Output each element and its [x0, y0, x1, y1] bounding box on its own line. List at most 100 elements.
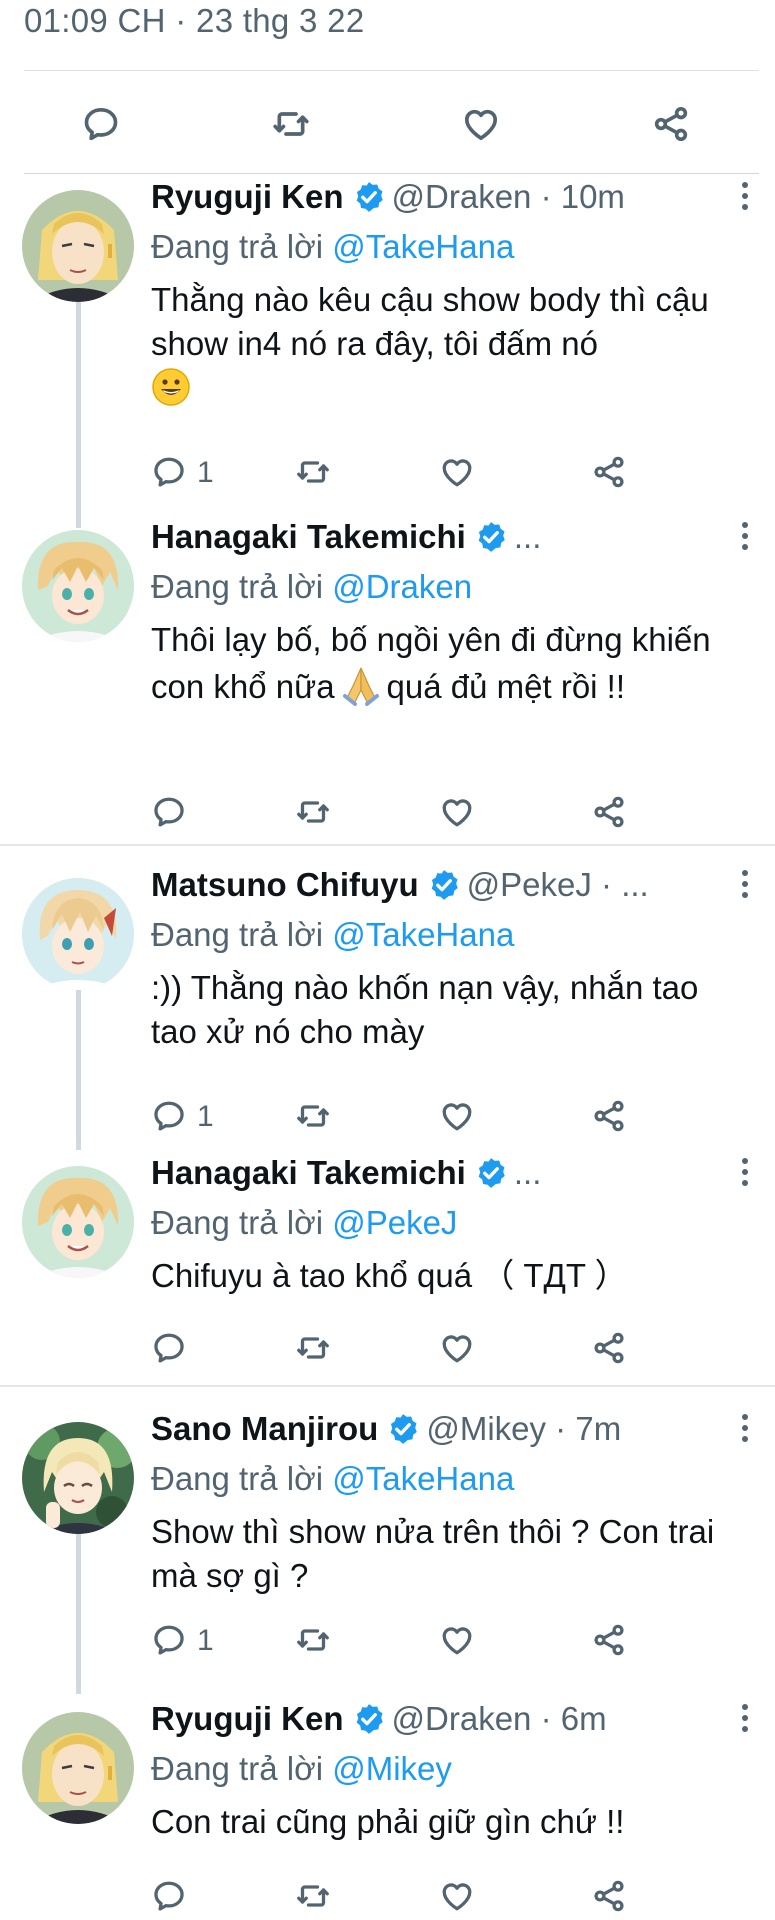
avatar[interactable]	[22, 1422, 134, 1534]
tweet-action-bar	[151, 794, 631, 834]
replying-to: Đang trả lời @PekeJ	[151, 1204, 458, 1241]
retweet-icon	[271, 104, 311, 144]
share-button[interactable]	[591, 454, 627, 494]
mention-link[interactable]: @PekeJ	[332, 1204, 457, 1241]
retweet-button[interactable]	[295, 1622, 331, 1662]
replying-to: Đang trả lời @TakeHana	[151, 1460, 515, 1497]
folded-hands-emoji-icon	[342, 667, 379, 706]
reply-icon	[151, 1878, 187, 1914]
reply-button[interactable]: 1	[151, 454, 214, 494]
reply-icon	[151, 1330, 187, 1366]
thread-connector	[76, 976, 81, 1150]
main-tweet-action-bar	[24, 70, 759, 174]
tweet-action-bar	[151, 1330, 631, 1370]
share-button[interactable]	[651, 104, 691, 144]
like-button[interactable]	[439, 1622, 475, 1662]
reply-button[interactable]: 1	[151, 1098, 214, 1138]
share-button[interactable]	[591, 1330, 627, 1370]
verified-badge-icon	[352, 180, 386, 214]
retweet-button[interactable]	[295, 1098, 331, 1138]
share-icon	[651, 104, 691, 144]
display-name[interactable]: Ryuguji Ken	[151, 1700, 344, 1737]
verified-badge-icon	[474, 1156, 508, 1190]
like-button[interactable]	[439, 1330, 475, 1370]
reply-button[interactable]	[81, 104, 121, 144]
more-vertical-icon[interactable]	[737, 1414, 753, 1450]
share-button[interactable]	[591, 1622, 627, 1662]
retweet-icon	[295, 794, 331, 830]
display-name[interactable]: Matsuno Chifuyu	[151, 866, 419, 903]
verified-badge-icon	[352, 1702, 386, 1736]
more-vertical-icon[interactable]	[737, 1158, 753, 1194]
tweet-text: Show thì show nửa trên thôi ? Con trai m…	[151, 1513, 715, 1594]
reply-count: 1	[197, 456, 214, 489]
handle-and-time: @PekeJ · ...	[466, 866, 649, 903]
handle-and-time: @Draken · 10m	[391, 178, 625, 215]
mention-link[interactable]: @Draken	[332, 568, 472, 605]
tweet-timestamp: 01:09 CH · 23 thg 3 22	[24, 2, 365, 39]
retweet-button[interactable]	[295, 794, 331, 834]
handle-and-time: @Mikey · 7m	[426, 1410, 622, 1447]
retweet-icon	[295, 1878, 331, 1914]
like-button[interactable]	[461, 104, 501, 144]
reply-button[interactable]	[151, 1330, 187, 1370]
share-button[interactable]	[591, 794, 627, 834]
retweet-icon	[295, 1330, 331, 1366]
replying-to: Đang trả lời @TakeHana	[151, 228, 515, 265]
mention-link[interactable]: @TakeHana	[332, 1460, 514, 1497]
reply-icon	[151, 454, 187, 490]
like-button[interactable]	[439, 1878, 475, 1918]
like-button[interactable]	[439, 1098, 475, 1138]
display-name[interactable]: Sano Manjirou	[151, 1410, 378, 1447]
tweet-action-bar: 1	[151, 454, 631, 494]
avatar[interactable]	[22, 530, 134, 642]
retweet-icon	[295, 1622, 331, 1658]
replying-to: Đang trả lời @TakeHana	[151, 916, 515, 953]
mention-link[interactable]: @Mikey	[332, 1750, 452, 1787]
verified-badge-icon	[427, 868, 461, 902]
reply-count: 1	[197, 1624, 214, 1657]
reply-button[interactable]: 1	[151, 1622, 214, 1662]
more-vertical-icon[interactable]	[737, 522, 753, 558]
share-button[interactable]	[591, 1878, 627, 1918]
retweet-button[interactable]	[295, 454, 331, 494]
grinning-face-emoji-icon	[152, 368, 190, 406]
display-name[interactable]: Hanagaki Takemichi	[151, 518, 466, 555]
share-icon	[591, 1098, 627, 1134]
more-vertical-icon[interactable]	[737, 1704, 753, 1740]
share-icon	[591, 794, 627, 830]
more-vertical-icon[interactable]	[737, 870, 753, 906]
like-button[interactable]	[439, 794, 475, 834]
display-name[interactable]: Ryuguji Ken	[151, 178, 344, 215]
thread-connector	[76, 1520, 81, 1694]
mention-link[interactable]: @TakeHana	[332, 916, 514, 953]
share-button[interactable]	[591, 1098, 627, 1138]
retweet-button[interactable]	[295, 1330, 331, 1370]
retweet-icon	[295, 1098, 331, 1134]
retweet-button[interactable]	[295, 1878, 331, 1918]
avatar[interactable]	[22, 1166, 134, 1278]
replying-to: Đang trả lời @Mikey	[151, 1750, 452, 1787]
avatar[interactable]	[22, 1712, 134, 1824]
retweet-button[interactable]	[271, 104, 311, 144]
conversation-divider	[0, 844, 775, 846]
share-icon	[591, 1330, 627, 1366]
avatar[interactable]	[22, 190, 134, 302]
mention-link[interactable]: @TakeHana	[332, 228, 514, 265]
handle-and-time: ...	[513, 1154, 542, 1191]
reply-button[interactable]	[151, 1878, 187, 1918]
handle-and-time: ...	[513, 518, 542, 555]
more-vertical-icon[interactable]	[737, 182, 753, 218]
display-name[interactable]: Hanagaki Takemichi	[151, 1154, 466, 1191]
reply-icon	[151, 1622, 187, 1658]
conversation-divider	[0, 1385, 775, 1387]
reply-button[interactable]	[151, 794, 187, 834]
tweet-text: Chifuyu à tao khổ quá （ TДT ）	[151, 1257, 628, 1294]
share-icon	[591, 1878, 627, 1914]
reply-count: 1	[197, 1100, 214, 1133]
avatar[interactable]	[22, 878, 134, 990]
handle-and-time: @Draken · 6m	[391, 1700, 607, 1737]
heart-icon	[439, 1878, 475, 1914]
like-button[interactable]	[439, 454, 475, 494]
tweet-text: :)) Thằng nào khốn nạn vậy, nhắn tao tao…	[151, 969, 699, 1050]
